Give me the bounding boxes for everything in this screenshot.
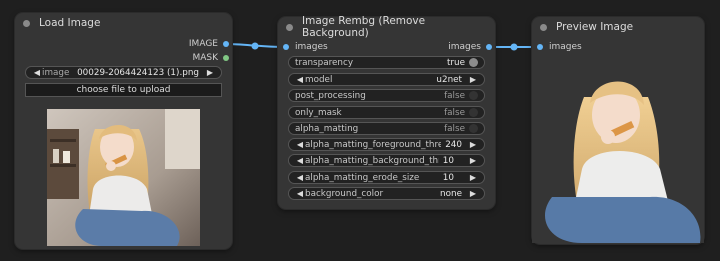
input-dot-icon[interactable] [537, 44, 543, 50]
preview-image-node[interactable]: Preview Image images [532, 17, 704, 244]
output-dot-icon[interactable] [223, 55, 229, 61]
input-label: images [295, 42, 328, 52]
arrow-right-icon[interactable]: ▶ [468, 189, 478, 198]
output-mask-slot[interactable]: MASK [192, 53, 229, 63]
only-mask-toggle[interactable]: only_mask false [288, 106, 485, 119]
model-combo[interactable]: ◀ model u2net ▶ [288, 73, 485, 86]
arrow-left-icon[interactable]: ◀ [32, 68, 42, 77]
node-title: Preview Image [556, 21, 634, 33]
node-title-bar[interactable]: Image Rembg (Remove Background) [278, 15, 495, 39]
widget-label: model [305, 74, 333, 85]
output-label: images [448, 42, 481, 52]
widget-label: transparency [295, 57, 354, 68]
collapse-dot-icon[interactable] [286, 23, 293, 31]
image-combo-widget[interactable]: ◀ image 00029-2064424123 (1).png ▶ [25, 66, 222, 79]
arrow-left-icon[interactable]: ◀ [295, 140, 305, 149]
widget-value: 10 [442, 155, 454, 166]
widget-value: false [444, 90, 465, 101]
rembg-node[interactable]: Image Rembg (Remove Background) images i… [278, 15, 495, 209]
widget-value: false [444, 107, 465, 118]
widget-label: only_mask [295, 107, 342, 118]
toggle-icon[interactable] [469, 58, 478, 67]
widget-value: none [440, 188, 462, 199]
arrow-right-icon[interactable]: ▶ [205, 68, 215, 77]
wire-midpoint[interactable] [510, 43, 518, 51]
arrow-right-icon[interactable]: ▶ [468, 156, 478, 165]
toggle-icon[interactable] [469, 108, 478, 117]
output-dot-icon[interactable] [486, 44, 492, 50]
output-label: IMAGE [188, 39, 218, 49]
alpha-matting-background-threshold-number[interactable]: ◀ alpha_matting_background_threshold 10 … [288, 154, 485, 167]
node-title: Image Rembg (Remove Background) [302, 15, 426, 39]
input-label: images [549, 42, 582, 52]
background-color-combo[interactable]: ◀ background_color none ▶ [288, 187, 485, 200]
widget-value: false [444, 123, 465, 134]
widget-label: alpha_matting [295, 123, 359, 134]
toggle-icon[interactable] [469, 124, 478, 133]
widget-value: true [446, 57, 465, 68]
output-image-slot[interactable]: IMAGE [189, 39, 229, 49]
alpha-matting-toggle[interactable]: alpha_matting false [288, 122, 485, 135]
output-image-preview [532, 57, 704, 243]
toggle-icon[interactable] [469, 91, 478, 100]
arrow-left-icon[interactable]: ◀ [295, 75, 305, 84]
widget-label: alpha_matting_background_threshold [305, 155, 439, 166]
wire-midpoint[interactable] [251, 42, 259, 50]
arrow-left-icon[interactable]: ◀ [295, 189, 305, 198]
node-title-bar[interactable]: Load Image [15, 13, 232, 33]
widget-label: alpha_matting_foreground_threshold [305, 139, 442, 150]
output-label: MASK [192, 53, 218, 63]
input-dot-icon[interactable] [283, 44, 289, 50]
choose-file-button[interactable]: choose file to upload [25, 83, 222, 97]
arrow-right-icon[interactable]: ▶ [468, 173, 478, 182]
post-processing-toggle[interactable]: post_processing false [288, 89, 485, 102]
arrow-left-icon[interactable]: ◀ [295, 156, 305, 165]
input-images-slot[interactable]: images [537, 42, 582, 52]
node-title: Load Image [39, 17, 101, 29]
output-images-slot[interactable]: images [448, 42, 492, 52]
arrow-right-icon[interactable]: ▶ [468, 75, 478, 84]
widget-value: u2net [436, 74, 462, 85]
widget-label: background_color [305, 188, 384, 199]
button-label: choose file to upload [76, 85, 171, 95]
load-image-node[interactable]: Load Image IMAGE MASK ◀ image 00029-2064… [15, 13, 232, 249]
alpha-matting-erode-size-number[interactable]: ◀ alpha_matting_erode_size 10 ▶ [288, 171, 485, 184]
loaded-image-preview [47, 109, 200, 246]
arrow-left-icon[interactable]: ◀ [295, 173, 305, 182]
widget-label: image [42, 67, 70, 78]
widget-value: 240 [445, 139, 462, 150]
widget-value: 10 [442, 172, 454, 183]
alpha-matting-foreground-threshold-number[interactable]: ◀ alpha_matting_foreground_threshold 240… [288, 138, 485, 151]
input-images-slot[interactable]: images [283, 42, 328, 52]
transparency-toggle[interactable]: transparency true [288, 56, 485, 69]
arrow-right-icon[interactable]: ▶ [468, 140, 478, 149]
widget-label: post_processing [295, 90, 366, 101]
widget-value: 00029-2064424123 (1).png [77, 67, 199, 78]
output-dot-icon[interactable] [223, 41, 229, 47]
collapse-dot-icon[interactable] [23, 19, 30, 27]
collapse-dot-icon[interactable] [540, 23, 547, 31]
node-title-bar[interactable]: Preview Image [532, 17, 704, 37]
widget-label: alpha_matting_erode_size [305, 172, 420, 183]
